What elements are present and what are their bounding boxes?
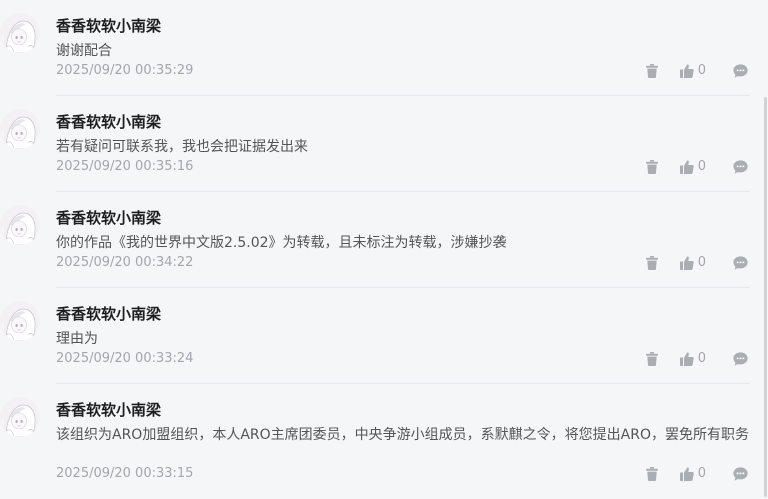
reply-button[interactable] [732,159,748,175]
avatar[interactable] [0,205,40,245]
like-count: 0 [697,466,706,481]
comment-username[interactable]: 香香软软小南梁 [56,208,161,228]
reply-button[interactable] [732,63,748,79]
like-count: 0 [697,351,706,366]
comment-item: 香香软软小南梁 谢谢配合 2025/09/20 00:35:29 0 [0,0,760,96]
like-count: 0 [697,159,706,174]
avatar[interactable] [0,109,40,149]
comment-timestamp: 2025/09/20 00:35:29 [56,63,194,78]
avatar[interactable] [0,301,40,341]
thumbs-up-icon [679,256,694,270]
comment-actions: 0 [644,350,748,368]
comment-timestamp: 2025/09/20 00:35:16 [56,159,194,174]
trash-icon [645,64,658,78]
like-button[interactable]: 0 [679,466,706,482]
comment-text: 该组织为ARO加盟组织，本人ARO主席团委员，中央争游小组成员，系默麒之令，将您… [56,427,749,443]
comment-text: 若有疑问可联系我，我也会把证据发出来 [56,139,308,155]
avatar-icon [0,205,40,245]
comment-text: 谢谢配合 [56,43,112,59]
chat-bubble-icon [732,467,748,481]
trash-icon [645,352,658,366]
reply-button[interactable] [732,351,748,367]
thumbs-up-icon [679,467,694,481]
comment-item: 香香软软小南梁 若有疑问可联系我，我也会把证据发出来 2025/09/20 00… [0,96,760,192]
comment-actions: 0 [644,62,748,80]
delete-button[interactable] [644,63,660,79]
like-button[interactable]: 0 [679,255,706,271]
comment-username[interactable]: 香香软软小南梁 [56,112,161,132]
like-button[interactable]: 0 [679,63,706,79]
reply-button[interactable] [732,255,748,271]
comment-username[interactable]: 香香软软小南梁 [56,16,161,36]
thumbs-up-icon [679,160,694,174]
scrollbar[interactable] [764,97,767,497]
delete-button[interactable] [644,255,660,271]
comment-actions: 0 [644,465,748,483]
avatar-icon [0,397,40,437]
avatar-icon [0,109,40,149]
delete-button[interactable] [644,351,660,367]
trash-icon [645,256,658,270]
comment-actions: 0 [644,254,748,272]
comment-text: 你的作品《我的世界中文版2.5.02》为转载，且未标注为转载，涉嫌抄袭 [56,235,507,251]
comment-list: 香香软软小南梁 谢谢配合 2025/09/20 00:35:29 0 香香软软小… [0,0,760,499]
like-count: 0 [697,255,706,270]
chat-bubble-icon [732,352,748,366]
comment-item: 香香软软小南梁 该组织为ARO加盟组织，本人ARO主席团委员，中央争游小组成员，… [0,384,760,499]
delete-button[interactable] [644,466,660,482]
comment-item: 香香软软小南梁 理由为 2025/09/20 00:33:24 0 [0,288,760,384]
comment-item: 香香软软小南梁 你的作品《我的世界中文版2.5.02》为转载，且未标注为转载，涉… [0,192,760,288]
chat-bubble-icon [732,160,748,174]
trash-icon [645,160,658,174]
reply-button[interactable] [732,466,748,482]
like-button[interactable]: 0 [679,351,706,367]
comment-text: 理由为 [56,331,98,347]
avatar-icon [0,13,40,53]
trash-icon [645,467,658,481]
delete-button[interactable] [644,159,660,175]
like-count: 0 [697,63,706,78]
chat-bubble-icon [732,256,748,270]
comment-username[interactable]: 香香软软小南梁 [56,400,161,420]
chat-bubble-icon [732,64,748,78]
avatar[interactable] [0,397,40,437]
comment-username[interactable]: 香香软软小南梁 [56,304,161,324]
avatar[interactable] [0,13,40,53]
avatar-icon [0,301,40,341]
comment-actions: 0 [644,158,748,176]
thumbs-up-icon [679,64,694,78]
comment-timestamp: 2025/09/20 00:34:22 [56,255,194,270]
comment-timestamp: 2025/09/20 00:33:24 [56,351,194,366]
thumbs-up-icon [679,352,694,366]
comment-timestamp: 2025/09/20 00:33:15 [56,466,194,481]
like-button[interactable]: 0 [679,159,706,175]
